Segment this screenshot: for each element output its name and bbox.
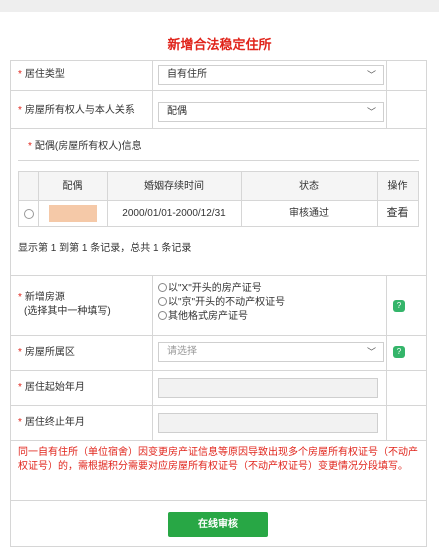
- top-strip: [0, 0, 439, 12]
- pagination-info: 显示第 1 到第 1 条记录，总共 1 条记录: [18, 243, 192, 254]
- redacted-spouse-name: [49, 205, 97, 222]
- row-divider: [10, 128, 427, 129]
- row-divider: [10, 500, 427, 501]
- row-divider: [10, 275, 427, 276]
- column-header-spouse: 配偶: [62, 181, 83, 192]
- column-divider: [152, 275, 153, 440]
- source-option-x-cert[interactable]: 以"X"开头的房产证号: [158, 283, 262, 295]
- marriage-period-cell: 2000/01/01-2000/12/31: [122, 208, 226, 219]
- column-header-status: 状态: [299, 181, 319, 192]
- column-header-marriage-period: 婚姻存续时间: [144, 181, 204, 192]
- column-divider: [386, 60, 387, 128]
- start-month-label: * 居住起始年月: [18, 382, 85, 393]
- column-divider: [152, 60, 153, 128]
- chevron-down-icon: ﹀: [366, 70, 376, 80]
- view-link[interactable]: 查看: [377, 199, 418, 228]
- column-divider: [386, 275, 387, 440]
- district-select[interactable]: 请选择 ﹀: [158, 342, 384, 362]
- end-month-label: * 居住终止年月: [18, 417, 85, 428]
- row-divider: [10, 335, 427, 336]
- help-icon[interactable]: ?: [393, 300, 405, 312]
- chevron-down-icon: ﹀: [366, 347, 376, 357]
- help-icon[interactable]: ?: [393, 346, 405, 358]
- online-review-button[interactable]: 在线审核: [168, 512, 268, 537]
- row-divider: [10, 440, 427, 441]
- residence-type-select[interactable]: 自有住所 ﹀: [158, 65, 384, 85]
- relation-select[interactable]: 配偶 ﹀: [158, 102, 384, 122]
- property-source-hint: (选择其中一种填写): [24, 306, 111, 317]
- radio-icon: [158, 311, 167, 320]
- status-cell: 审核通过: [289, 208, 329, 219]
- spouse-section-title: * 配偶(房屋所有权人)信息: [28, 141, 142, 152]
- column-header-action: 操作: [387, 181, 408, 192]
- source-option-other-cert[interactable]: 其他格式房产证号: [158, 311, 248, 323]
- row-radio-button[interactable]: [24, 209, 34, 219]
- row-divider: [10, 405, 427, 406]
- property-source-label: * 新增房源: [18, 292, 65, 303]
- radio-icon: [158, 283, 167, 292]
- end-month-input[interactable]: [158, 413, 378, 433]
- notice-text: 同一自有住所（单位宿舍）因变更房产证信息等原因导致出现多个房屋所有权证号（不动产…: [18, 447, 418, 472]
- relation-label: * 房屋所有权人与本人关系: [18, 105, 135, 116]
- radio-icon: [158, 297, 167, 306]
- page-title: 新增合法稳定住所: [167, 37, 272, 52]
- district-label: * 房屋所属区: [18, 347, 75, 358]
- start-month-input[interactable]: [158, 378, 378, 398]
- residence-type-label: * 居住类型: [18, 69, 65, 80]
- row-divider: [10, 90, 427, 91]
- row-divider: [10, 370, 427, 371]
- spouse-table: 配偶 婚姻存续时间 状态 操作 2000/01/01-2000/12/31 审核…: [18, 171, 419, 227]
- section-divider: [18, 160, 419, 161]
- source-option-jing-cert[interactable]: 以"京"开头的不动产权证号: [158, 297, 285, 309]
- chevron-down-icon: ﹀: [366, 107, 376, 117]
